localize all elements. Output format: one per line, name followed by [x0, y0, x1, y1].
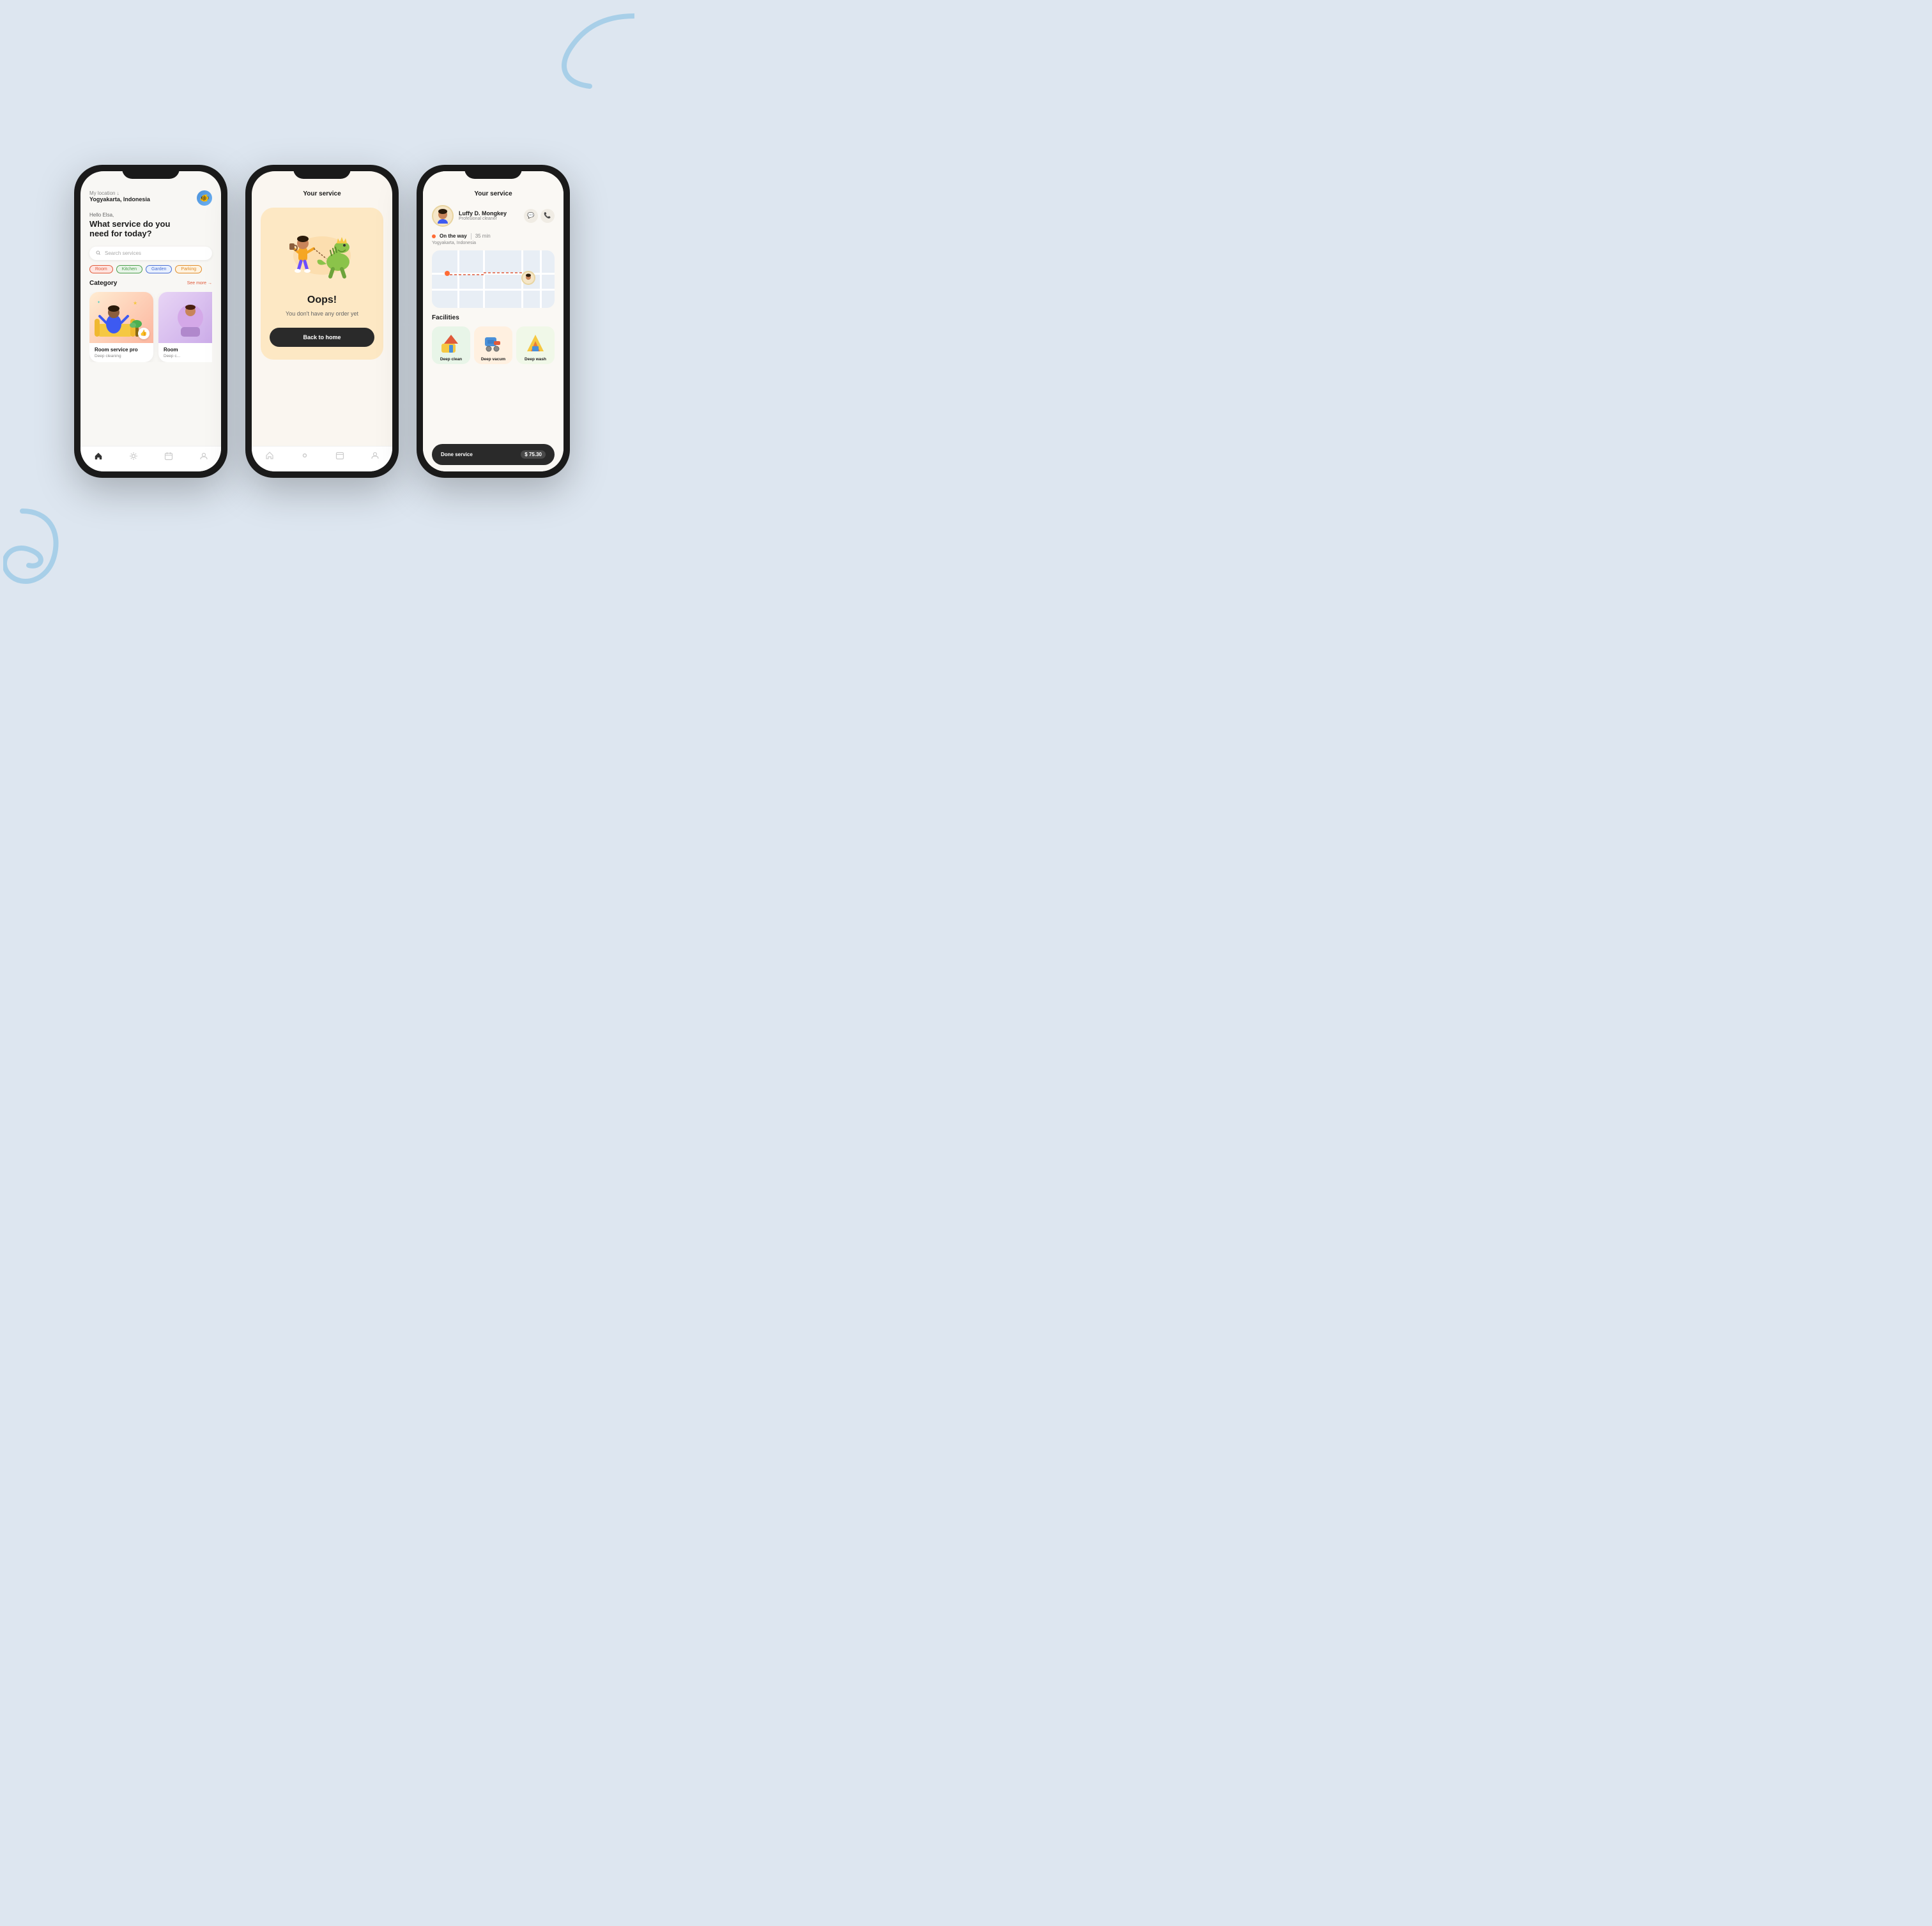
- p1-nav-profile[interactable]: [199, 452, 208, 462]
- phone-home: My location ↓ Yogyakarta, Indonesia 🐠 He…: [74, 165, 227, 478]
- p3-facility-vacuum-icon: [482, 332, 505, 355]
- tag-kitchen[interactable]: Kitchen: [116, 265, 142, 273]
- p2-nav-profile[interactable]: [371, 451, 379, 463]
- p3-map-end: [521, 271, 535, 285]
- bg-swirl-bottom-left: [3, 498, 99, 607]
- p3-call-button[interactable]: 📞: [540, 209, 555, 223]
- p2-bottom-nav: [252, 446, 392, 471]
- p2-illustration: [280, 220, 364, 284]
- p3-cleaner-row: Luffy D. Mongkey Profesional cleaner 💬 📞: [432, 205, 555, 227]
- p1-nav-home[interactable]: [94, 452, 103, 462]
- p1-tags: Room Kitchen Garden Parking: [89, 265, 212, 273]
- p1-location-city: Yogyakarta, Indonesia: [89, 196, 150, 203]
- p1-bottom-nav: [80, 446, 221, 471]
- p1-title: What service do youneed for today?: [89, 219, 212, 239]
- p2-nav-home[interactable]: [265, 451, 274, 463]
- p1-header: My location ↓ Yogyakarta, Indonesia 🐠: [89, 190, 212, 206]
- p3-done-label: Done service: [441, 452, 473, 457]
- p1-card-2[interactable]: Room Deep c...: [158, 292, 212, 362]
- p3-facility-vacuum[interactable]: Deep vacum: [474, 326, 512, 364]
- p2-header-title: Your service: [303, 190, 341, 197]
- settings-icon-2: [300, 451, 309, 460]
- p1-card2-title: Room: [164, 347, 212, 353]
- p1-category-header: Category See more →: [89, 280, 212, 287]
- p1-card-1[interactable]: ★ ✦ 👍 Room service pro Deep clea: [89, 292, 153, 362]
- p3-facilities-grid: Deep clean De: [432, 326, 555, 364]
- p1-category-title: Category: [89, 280, 117, 287]
- tag-parking[interactable]: Parking: [175, 265, 202, 273]
- search-icon: [96, 250, 101, 256]
- p3-facility-clean-icon: [440, 332, 463, 355]
- map-cleaner-icon: [523, 272, 534, 284]
- p1-location-label: My location ↓: [89, 190, 150, 196]
- deep-clean-illustration: [440, 332, 462, 354]
- cleaner-avatar-illustration: [434, 207, 452, 225]
- p1-nav-settings[interactable]: [129, 452, 138, 462]
- p3-done-price: $ 75.30: [521, 450, 546, 459]
- p1-cards: ★ ✦ 👍 Room service pro Deep clea: [89, 292, 212, 362]
- p3-cleaner-avatar: [432, 205, 454, 227]
- p3-status-row: On the way 35 min: [432, 233, 555, 240]
- p3-status-time: 35 min: [475, 233, 491, 239]
- p1-see-more[interactable]: See more →: [187, 281, 212, 286]
- p1-nav-calendar[interactable]: [164, 452, 173, 462]
- phone1-notch: [122, 165, 180, 179]
- home-icon-2: [265, 451, 274, 460]
- svg-text:✦: ✦: [97, 300, 100, 305]
- deep-vacuum-illustration: [482, 332, 504, 354]
- p2-oops-card: Oops! You don't have any order yet Back …: [261, 208, 383, 360]
- settings-icon: [129, 452, 138, 461]
- p3-cleaner-role: Profesional cleaner: [459, 217, 519, 221]
- p3-status-text: On the way: [440, 233, 467, 239]
- tag-garden[interactable]: Garden: [146, 265, 172, 273]
- deep-wash-illustration: [525, 332, 546, 354]
- p3-facility-wash-icon: [524, 332, 547, 355]
- p3-facilities-title: Facilities: [432, 314, 555, 321]
- p3-chat-button[interactable]: 💬: [524, 209, 538, 223]
- p2-back-home-button[interactable]: Back to home: [270, 328, 374, 347]
- phone-service-detail: Your service Luffy D. Mongkey Profesiona…: [417, 165, 570, 478]
- p3-map-route: [432, 250, 555, 308]
- calendar-icon-2: [335, 451, 344, 460]
- tag-room[interactable]: Room: [89, 265, 113, 273]
- p1-card2-image: [158, 292, 212, 343]
- p3-status-dot: [432, 234, 436, 238]
- phone2-notch: [293, 165, 351, 179]
- p3-facility-clean-label: Deep clean: [440, 357, 462, 362]
- card2-illustration: [158, 292, 212, 343]
- p3-facility-wash-label: Deep wash: [525, 357, 546, 362]
- bg-swirl-top-right: [487, 10, 634, 93]
- p1-card1-subtitle: Deep cleaning: [95, 354, 148, 358]
- p1-search-bar[interactable]: Search services: [89, 247, 212, 260]
- p3-location-text: Yogyakarta, Indonesia: [432, 241, 555, 245]
- p2-nav-settings[interactable]: [300, 451, 309, 463]
- p3-cleaner-name: Luffy D. Mongkey: [459, 210, 519, 217]
- p3-facility-wash[interactable]: Deep wash: [516, 326, 555, 364]
- p3-done-service-button[interactable]: Done service $ 75.30: [432, 444, 555, 465]
- p1-card1-image: ★ ✦ 👍: [89, 292, 153, 343]
- phone3-notch: [464, 165, 522, 179]
- p1-greeting: Hello Elsa,: [89, 212, 212, 218]
- p3-facility-vacuum-label: Deep vacum: [481, 357, 505, 362]
- p3-cleaner-info: Luffy D. Mongkey Profesional cleaner: [459, 210, 519, 221]
- profile-icon-2: [371, 451, 379, 460]
- phones-container: My location ↓ Yogyakarta, Indonesia 🐠 He…: [74, 165, 570, 478]
- p2-oops-subtitle: You don't have any order yet: [286, 310, 358, 318]
- p1-avatar: 🐠: [197, 190, 212, 206]
- p3-facility-clean[interactable]: Deep clean: [432, 326, 470, 364]
- phone-error: Your service: [245, 165, 399, 478]
- p1-search-placeholder: Search services: [105, 250, 141, 256]
- p3-header-title: Your service: [432, 190, 555, 197]
- p3-cleaner-actions: 💬 📞: [524, 209, 555, 223]
- profile-icon: [199, 452, 208, 461]
- p3-map: [432, 250, 555, 308]
- p1-card2-subtitle: Deep c...: [164, 354, 212, 358]
- svg-text:★: ★: [133, 300, 137, 306]
- home-icon: [94, 452, 103, 461]
- p2-oops-title: Oops!: [307, 294, 337, 306]
- p1-card1-title: Room service pro: [95, 347, 148, 353]
- p2-nav-calendar[interactable]: [335, 451, 344, 463]
- calendar-icon: [164, 452, 173, 461]
- p1-card1-badge: 👍: [138, 328, 150, 339]
